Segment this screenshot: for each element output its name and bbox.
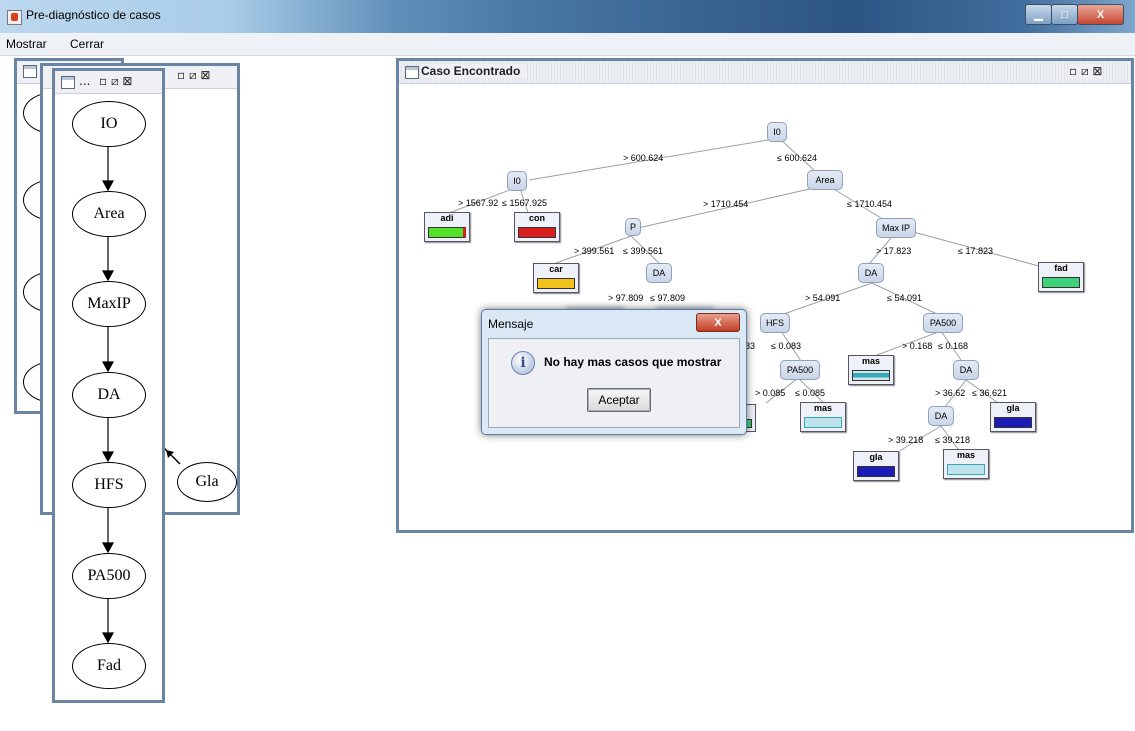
message-dialog[interactable]: Mensaje X i No hay mas casos que mostrar… (481, 309, 747, 435)
dialog-close-button[interactable]: X (696, 313, 740, 332)
leaf-label: gla (869, 452, 883, 462)
edge-label: ≤ 600.624 (777, 153, 817, 163)
graph-node-pa500: PA500 (72, 553, 146, 599)
edge-label: > 399.561 (574, 246, 615, 256)
edge-label: ≤ 1710.454 (847, 199, 892, 209)
leaf-label: car (549, 264, 563, 274)
edge-label: > 1710.454 (703, 199, 749, 209)
edge-label: ≤ 39.218 (935, 435, 970, 445)
tree-node-pa500: PA500 (923, 313, 963, 333)
tree-node-hfs: HFS (760, 313, 790, 333)
graph-node-hfs: HFS (72, 462, 146, 508)
edge-label: ≤ 399.561 (623, 246, 663, 256)
title-bar[interactable] (0, 0, 1135, 33)
leaf-label: mas (956, 450, 975, 460)
edge-label: > 600.624 (623, 153, 664, 163)
menu-bar (0, 33, 1135, 56)
dialog-message: No hay mas casos que mostrar (544, 355, 722, 369)
edge-label: ≤ 1567.925 (502, 198, 547, 208)
menu-cerrar[interactable]: Cerrar (70, 37, 104, 51)
tree-leaf-con: con (514, 212, 560, 242)
edge-label: > 0.085 (755, 388, 786, 398)
edge-label: ≤ 0.085 (795, 388, 825, 398)
class-distribution-bar (518, 227, 556, 238)
edge-label: > 17.823 (876, 246, 912, 256)
edge-label: ≤ 36.621 (972, 388, 1007, 398)
tree-leaf-car: car (533, 263, 579, 293)
leaf-label: gla (1006, 403, 1020, 413)
tree-node-area: Area (807, 170, 843, 190)
tree-edges (440, 139, 1062, 454)
edge-label: > 39.218 (888, 435, 924, 445)
window-title: Pre-diagnóstico de casos (26, 8, 161, 22)
tree-node-io: I0 (507, 171, 527, 191)
edge-label: ≤ 0.083 (771, 341, 801, 351)
edge-label: > 54.091 (805, 293, 841, 303)
leaf-label: adi (440, 213, 454, 223)
class-distribution-bar (428, 227, 466, 238)
leaf-label: mas (861, 356, 880, 366)
frame-icon (23, 65, 37, 78)
tree-node-da: DA (646, 263, 672, 283)
aceptar-button[interactable]: Aceptar (587, 388, 651, 412)
tree-node-p: P (625, 218, 641, 236)
dialog-title: Mensaje (488, 317, 534, 331)
class-distribution-bar (994, 417, 1032, 428)
edge-label: > 36.62 (935, 388, 966, 398)
graph-node-da: DA (72, 372, 146, 418)
tree-node-da: DA (953, 360, 979, 380)
tree-leaf-fad: fad (1038, 262, 1084, 292)
tree-node-da: DA (928, 406, 954, 426)
edge-label: ≤ 54.091 (887, 293, 922, 303)
edge-label: > 1567.92 (458, 198, 499, 208)
edge-label: ≤ 97.809 (650, 293, 685, 303)
tree-leaf-mas: mas (848, 355, 894, 385)
menu-mostrar[interactable]: Mostrar (6, 37, 47, 51)
internal-frame-graph[interactable]: ... ▫ ⧄ ⊠ IO Area MaxIP DA HFS PA500 Fad (52, 68, 165, 703)
maximize-button[interactable]: □ (1051, 4, 1078, 25)
tree-leaf-gla: gla (853, 451, 899, 481)
tree-node-maxip: Max IP (876, 218, 916, 238)
frame-controls[interactable]: ▫ ⧄ ⊠ (177, 68, 210, 83)
tree-leaf-mas: mas (800, 402, 846, 432)
tree-leaf-gla: gla (990, 402, 1036, 432)
java-app-icon (7, 10, 22, 25)
graph-node-fad: Fad (72, 643, 146, 689)
dialog-content: i No hay mas casos que mostrar Aceptar (488, 338, 740, 428)
info-icon: i (511, 351, 535, 375)
class-distribution-bar (804, 417, 842, 428)
leaf-label: con (528, 213, 545, 223)
class-distribution-bar (857, 466, 895, 477)
tree-node-io-root: I0 (767, 122, 787, 142)
leaf-label: mas (813, 403, 832, 413)
edge-label: ≤ 17.823 (958, 246, 993, 256)
graph-node-maxip: MaxIP (72, 281, 146, 327)
edge-label: > 97.809 (608, 293, 644, 303)
edge-label: > 0.168 (902, 341, 933, 351)
class-distribution-bar (947, 464, 985, 475)
edge-label: ≤ 0.168 (938, 341, 968, 351)
tree-leaf-mas: mas (943, 449, 989, 479)
class-distribution-bar (852, 370, 890, 381)
leaf-label: fad (1054, 263, 1068, 273)
close-button[interactable]: X (1077, 4, 1124, 25)
tree-node-da: DA (858, 263, 884, 283)
minimize-button[interactable]: ▁ (1025, 4, 1052, 25)
class-distribution-bar (537, 278, 575, 289)
graph-node-io: IO (72, 101, 146, 147)
tree-node-pa500: PA500 (780, 360, 820, 380)
graph-node-area: Area (72, 191, 146, 237)
class-distribution-bar (1042, 277, 1080, 288)
tree-leaf-adi: adi (424, 212, 470, 242)
